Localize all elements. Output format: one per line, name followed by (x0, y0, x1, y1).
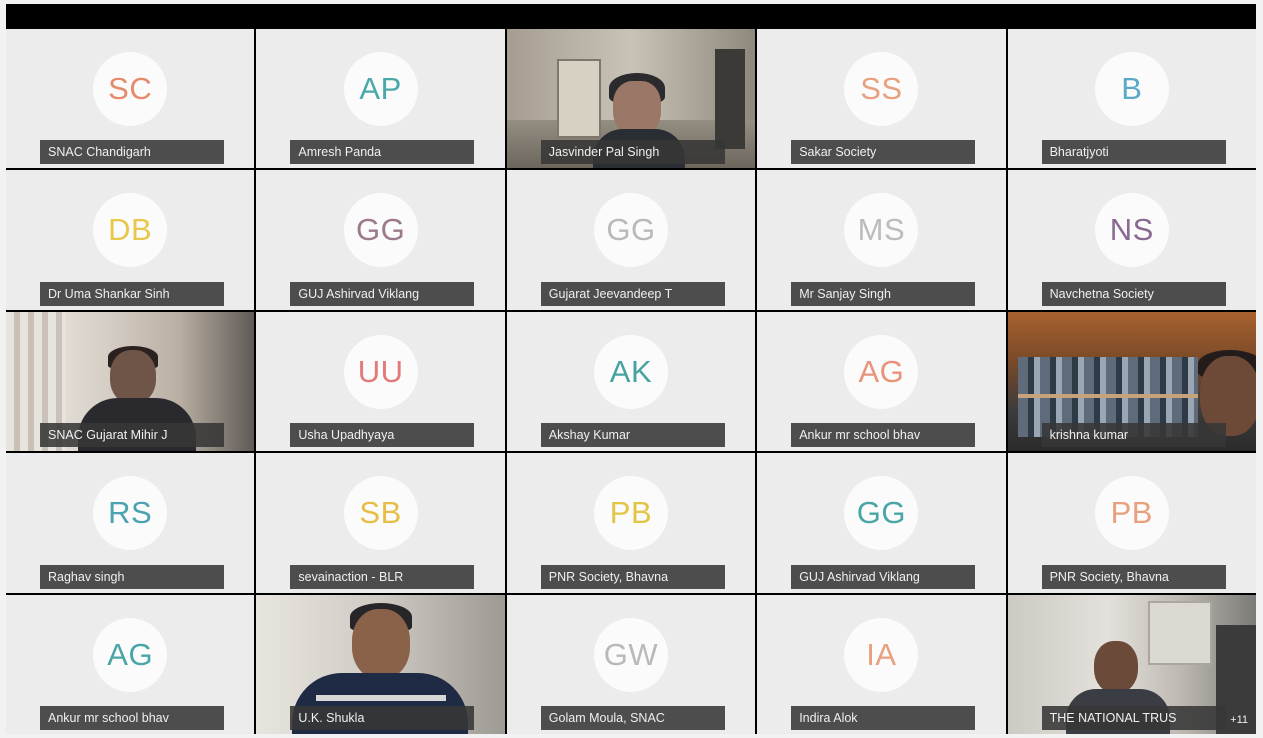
participant-name-label: U.K. Shukla (290, 705, 475, 730)
participant-name-label: Akshay Kumar (540, 423, 725, 448)
participant-name-label: PNR Society, Bhavna (540, 564, 725, 589)
participant-avatar: IA (844, 617, 919, 692)
participant-tile[interactable]: IA Indira Alok (757, 594, 1006, 734)
participant-tile[interactable]: DB Dr Uma Shankar Sinh (6, 170, 255, 310)
participant-avatar: GG (844, 476, 919, 551)
participant-tile[interactable]: SC SNAC Chandigarh (6, 29, 255, 169)
participant-name-label: GUJ Ashirvad Viklang (791, 564, 976, 589)
participant-avatar: GW (593, 617, 668, 692)
participant-avatar: DB (93, 193, 168, 268)
participant-grid: SC SNAC Chandigarh AP Amresh Panda Jasvinder… (6, 29, 1256, 734)
participant-tile[interactable]: SB sevainaction - BLR (256, 453, 505, 593)
participant-name-label: Golam Moula, SNAC (540, 705, 725, 730)
participant-avatar: SS (844, 51, 919, 126)
participant-tile[interactable]: GG GUJ Ashirvad Viklang (256, 170, 505, 310)
participant-tile[interactable]: krishna kumar (1007, 311, 1256, 452)
participant-name-label: Gujarat Jeevandeep T (540, 281, 725, 306)
video-shape (1093, 640, 1138, 693)
participant-avatar: AK (593, 334, 668, 409)
participant-name-label: sevainaction - BLR (290, 564, 475, 589)
participant-name-label: Indira Alok (791, 705, 976, 730)
participant-avatar: AP (343, 51, 418, 126)
participant-tile[interactable]: SS Sakar Society (757, 29, 1006, 169)
meeting-window: SC SNAC Chandigarh AP Amresh Panda Jasvinder… (6, 4, 1256, 734)
participant-name-label: Navchetna Society (1041, 281, 1226, 306)
participant-avatar: NS (1094, 193, 1169, 268)
participant-name-label: SNAC Chandigarh (40, 140, 224, 165)
participant-name-label: Raghav singh (40, 564, 224, 589)
video-shape (715, 49, 746, 149)
video-shape (1017, 393, 1198, 398)
participant-name-label: PNR Society, Bhavna (1041, 564, 1226, 589)
participant-name-label: Dr Uma Shankar Sinh (40, 281, 224, 306)
participant-name-label: Mr Sanjay Singh (791, 281, 976, 306)
participant-avatar: AG (844, 334, 919, 409)
participant-tile[interactable]: RS Raghav singh (6, 453, 255, 593)
participant-avatar: UU (343, 334, 418, 409)
participant-avatar: MS (844, 193, 919, 268)
participant-avatar: SC (93, 51, 168, 126)
participant-name-label: GUJ Ashirvad Viklang (290, 281, 475, 306)
top-bar (6, 4, 1256, 28)
participant-tile[interactable]: Jasvinder Pal Singh (506, 29, 756, 169)
participant-avatar: PB (1094, 476, 1169, 551)
participant-name-label: Usha Upadhyaya (290, 423, 475, 448)
video-shape (316, 694, 447, 701)
participant-name-label: THE NATIONAL TRUS (1041, 705, 1226, 730)
participant-avatar: PB (593, 476, 668, 551)
participant-tile[interactable]: AG Ankur mr school bhav (757, 311, 1006, 452)
video-shape (110, 349, 156, 404)
participant-tile[interactable]: GW Golam Moula, SNAC (506, 594, 756, 734)
participant-name-label: Bharatjyoti (1041, 140, 1226, 165)
participant-tile[interactable]: PB PNR Society, Bhavna (506, 453, 756, 593)
participant-name-label: Ankur mr school bhav (791, 423, 976, 448)
participant-tile[interactable]: AG Ankur mr school bhav (6, 594, 255, 734)
participant-tile[interactable]: THE NATIONAL TRUS +11 (1007, 594, 1256, 734)
participant-avatar: RS (93, 476, 168, 551)
participant-tile[interactable]: GG GUJ Ashirvad Viklang (757, 453, 1006, 593)
participant-tile[interactable]: SNAC Gujarat Mihir J (6, 311, 255, 452)
participant-name-label: krishna kumar (1041, 423, 1226, 448)
participant-tile[interactable]: AK Akshay Kumar (506, 311, 756, 452)
participant-name-label: Sakar Society (791, 140, 976, 165)
more-participants-count[interactable]: +11 (1230, 714, 1248, 726)
participant-tile[interactable]: U.K. Shukla (256, 594, 505, 734)
participant-name-label: Amresh Panda (290, 140, 475, 165)
participant-tile[interactable]: AP Amresh Panda (256, 29, 505, 169)
participant-avatar: GG (343, 193, 418, 268)
video-shape (556, 59, 601, 138)
participant-avatar: GG (593, 193, 668, 268)
participant-name-label: SNAC Gujarat Mihir J (40, 423, 224, 448)
participant-tile[interactable]: B Bharatjyoti (1007, 29, 1256, 169)
participant-tile[interactable]: PB PNR Society, Bhavna (1007, 453, 1256, 593)
participant-avatar: AG (93, 617, 168, 692)
participant-tile[interactable]: UU Usha Upadhyaya (256, 311, 505, 452)
participant-avatar: SB (343, 476, 418, 551)
participant-name-label: Jasvinder Pal Singh (540, 140, 725, 165)
video-shape (352, 608, 411, 679)
video-shape (1147, 600, 1212, 665)
participant-tile[interactable]: NS Navchetna Society (1007, 170, 1256, 310)
participant-avatar: B (1094, 51, 1169, 126)
participant-name-label: Ankur mr school bhav (40, 705, 224, 730)
participant-tile[interactable]: GG Gujarat Jeevandeep T (506, 170, 756, 310)
participant-tile[interactable]: MS Mr Sanjay Singh (757, 170, 1006, 310)
